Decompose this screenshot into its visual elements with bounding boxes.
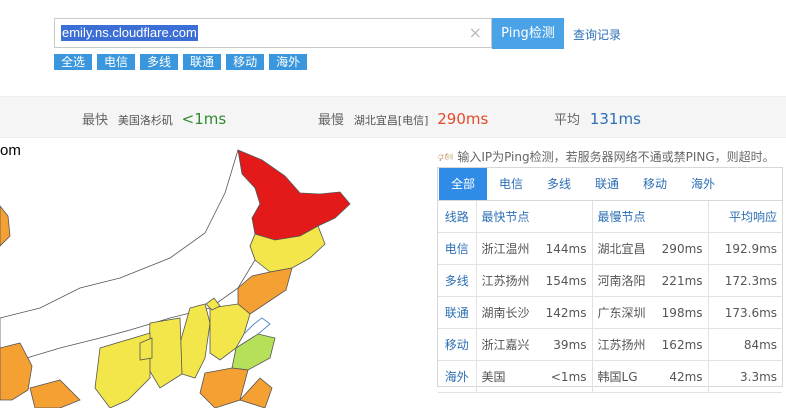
filter-overseas[interactable]: 海外 — [269, 54, 308, 70]
slowest-label: 最慢 — [318, 113, 345, 128]
clear-icon[interactable]: × — [469, 23, 482, 43]
header-average: 平均响应 — [707, 201, 783, 233]
map-region-shanxi — [179, 303, 211, 379]
ping-summary-strip: 最快 美国洛杉矶 <1ms 最慢 湖北宜昌[电信] 290ms 平均 131ms — [0, 96, 786, 138]
table-row: 电信 浙江温州 144ms 湖北宜昌 290ms 192.9ms — [438, 232, 783, 265]
tab-all[interactable]: 全部 — [439, 168, 487, 200]
line-filter-group: 全选 电信 多线 联通 移动 海外 — [54, 54, 308, 70]
tab-mobile[interactable]: 移动 — [631, 168, 679, 200]
row-avg: 192.9ms — [707, 232, 783, 265]
row-slow-node: 河南洛阳 — [591, 264, 657, 297]
tab-multiline[interactable]: 多线 — [535, 168, 583, 200]
fastest-location: 美国洛杉矶 — [117, 114, 173, 127]
row-slow-ms: 221ms — [656, 264, 709, 297]
filter-select-all[interactable]: 全选 — [54, 54, 93, 70]
row-fast-ms: 39ms — [540, 328, 593, 361]
table-row: 海外 美国 <1ms 韩国LG 42ms 3.3ms — [438, 360, 783, 393]
speaker-icon: 🕬 — [438, 150, 454, 164]
row-line[interactable]: 多线 — [438, 264, 476, 297]
row-avg: 172.3ms — [707, 264, 783, 297]
filter-unicom[interactable]: 联通 — [183, 54, 222, 70]
fastest-label: 最快 — [82, 113, 109, 128]
ping-tip: 🕬 输入IP为Ping检测，若服务器网络不通或禁PING，则超时。 — [438, 148, 775, 169]
header-line: 线路 — [438, 201, 476, 233]
tab-unicom[interactable]: 联通 — [583, 168, 631, 200]
row-avg: 3.3ms — [707, 360, 783, 393]
row-slow-ms: 290ms — [656, 232, 709, 265]
row-fast-node: 湖南长沙 — [475, 296, 540, 329]
header-slowest-node: 最慢节点 — [591, 201, 709, 233]
line-tabs: 全部 电信 多线 联通 移动 海外 — [438, 168, 782, 201]
average-value: 131ms — [589, 110, 641, 128]
table-row: 移动 浙江嘉兴 39ms 江苏扬州 162ms 84ms — [438, 328, 783, 361]
row-slow-node: 广东深圳 — [591, 296, 657, 329]
filter-mobile[interactable]: 移动 — [226, 54, 265, 70]
tip-text: 输入IP为Ping检测，若服务器网络不通或禁PING，则超时。 — [457, 150, 775, 164]
header-fastest-node: 最快节点 — [475, 201, 593, 233]
row-fast-node: 美国 — [475, 360, 540, 393]
slowest-stat: 最慢 湖北宜昌[电信] 290ms — [318, 109, 488, 128]
row-fast-ms: 154ms — [540, 264, 593, 297]
latency-heat-map[interactable] — [0, 138, 428, 408]
tab-overseas[interactable]: 海外 — [679, 168, 727, 200]
row-fast-node: 浙江温州 — [475, 232, 540, 265]
row-fast-node: 浙江嘉兴 — [475, 328, 540, 361]
map-region-northwest — [0, 205, 11, 247]
row-line[interactable]: 电信 — [438, 232, 476, 265]
row-fast-ms: 142ms — [540, 296, 593, 329]
results-table: 线路 最快节点 最慢节点 平均响应 电信 浙江温州 144ms 湖北宜昌 290… — [438, 201, 783, 393]
slowest-location: 湖北宜昌[电信] — [353, 114, 429, 127]
row-slow-node: 江苏扬州 — [591, 328, 657, 361]
row-slow-node: 韩国LG — [591, 360, 657, 393]
ping-test-button[interactable]: Ping检测 — [492, 18, 564, 49]
row-line[interactable]: 联通 — [438, 296, 476, 329]
average-stat: 平均 131ms — [554, 109, 641, 128]
fastest-value: <1ms — [181, 110, 227, 128]
row-avg: 84ms — [707, 328, 783, 361]
row-avg: 173.6ms — [707, 296, 783, 329]
row-slow-ms: 42ms — [656, 360, 709, 393]
map-region-qinghai — [29, 379, 81, 408]
filter-telecom[interactable]: 电信 — [97, 54, 136, 70]
row-line[interactable]: 海外 — [438, 360, 476, 393]
row-fast-ms: 144ms — [540, 232, 593, 265]
results-panel: 全部 电信 多线 联通 移动 海外 线路 最快节点 最慢节点 平均响应 电信 浙… — [437, 167, 783, 393]
map-region-shaanxi — [147, 317, 183, 389]
average-label: 平均 — [554, 113, 581, 128]
filter-multiline[interactable]: 多线 — [140, 54, 179, 70]
row-slow-node: 湖北宜昌 — [591, 232, 657, 265]
row-fast-node: 江苏扬州 — [475, 264, 540, 297]
domain-search-field[interactable]: emily.ns.cloudflare.com × — [54, 18, 492, 48]
row-fast-ms: <1ms — [540, 360, 593, 393]
map-caption-fragment: om — [0, 142, 21, 159]
row-slow-ms: 198ms — [656, 296, 709, 329]
fastest-stat: 最快 美国洛杉矶 <1ms — [82, 109, 226, 128]
table-row: 多线 江苏扬州 154ms 河南洛阳 221ms 172.3ms — [438, 264, 783, 297]
map-region-henan — [199, 367, 249, 408]
row-slow-ms: 162ms — [656, 328, 709, 361]
search-input-value[interactable]: emily.ns.cloudflare.com — [61, 25, 198, 41]
table-header-row: 线路 最快节点 最慢节点 平均响应 — [438, 201, 783, 233]
slowest-value: 290ms — [437, 110, 489, 128]
tab-telecom[interactable]: 电信 — [487, 168, 535, 200]
row-line[interactable]: 移动 — [438, 328, 476, 361]
table-row: 联通 湖南长沙 142ms 广东深圳 198ms 173.6ms — [438, 296, 783, 329]
query-history-link[interactable]: 查询记录 — [573, 26, 621, 43]
